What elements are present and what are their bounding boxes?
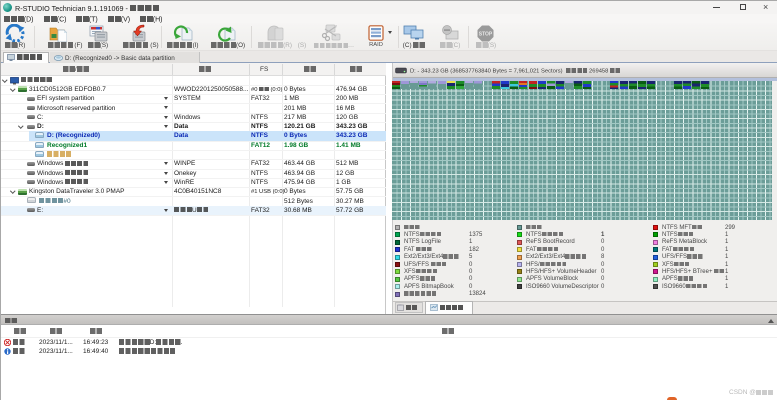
svg-text:STOP: STOP bbox=[479, 32, 493, 38]
